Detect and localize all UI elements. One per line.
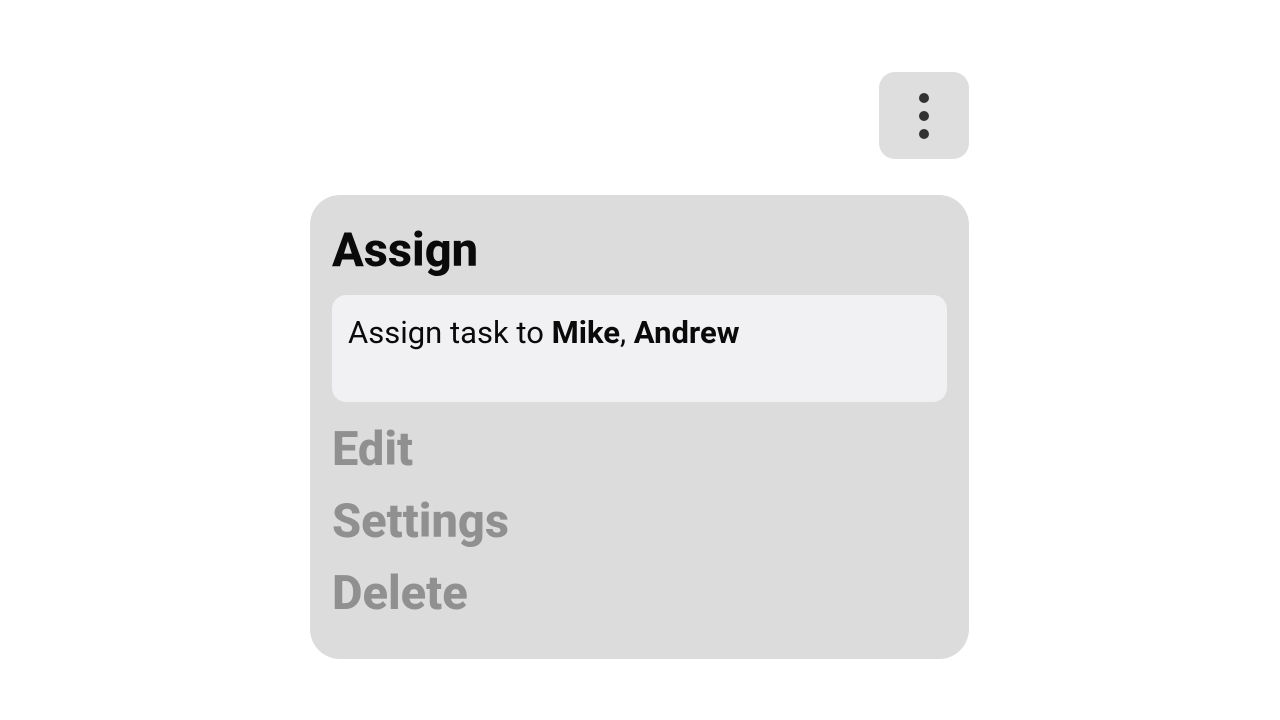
assign-name-1: Mike [552,314,620,351]
kebab-dot-icon [919,111,929,121]
menu-item-assign[interactable]: Assign [332,215,947,287]
menu-item-settings[interactable]: Settings [332,486,947,558]
more-options-button[interactable] [879,72,969,159]
assign-prefix: Assign task to [348,314,552,351]
kebab-dot-icon [919,129,929,139]
menu-item-edit[interactable]: Edit [332,414,947,486]
menu-item-delete[interactable]: Delete [332,558,947,630]
kebab-dot-icon [919,93,929,103]
assign-input-box[interactable]: Assign task to Mike, Andrew [332,295,947,401]
assign-name-2: Andrew [634,314,740,351]
assign-separator: , [620,314,634,351]
dropdown-menu: Assign Assign task to Mike, Andrew Edit … [310,195,969,659]
assign-input-text: Assign task to Mike, Andrew [348,314,739,351]
